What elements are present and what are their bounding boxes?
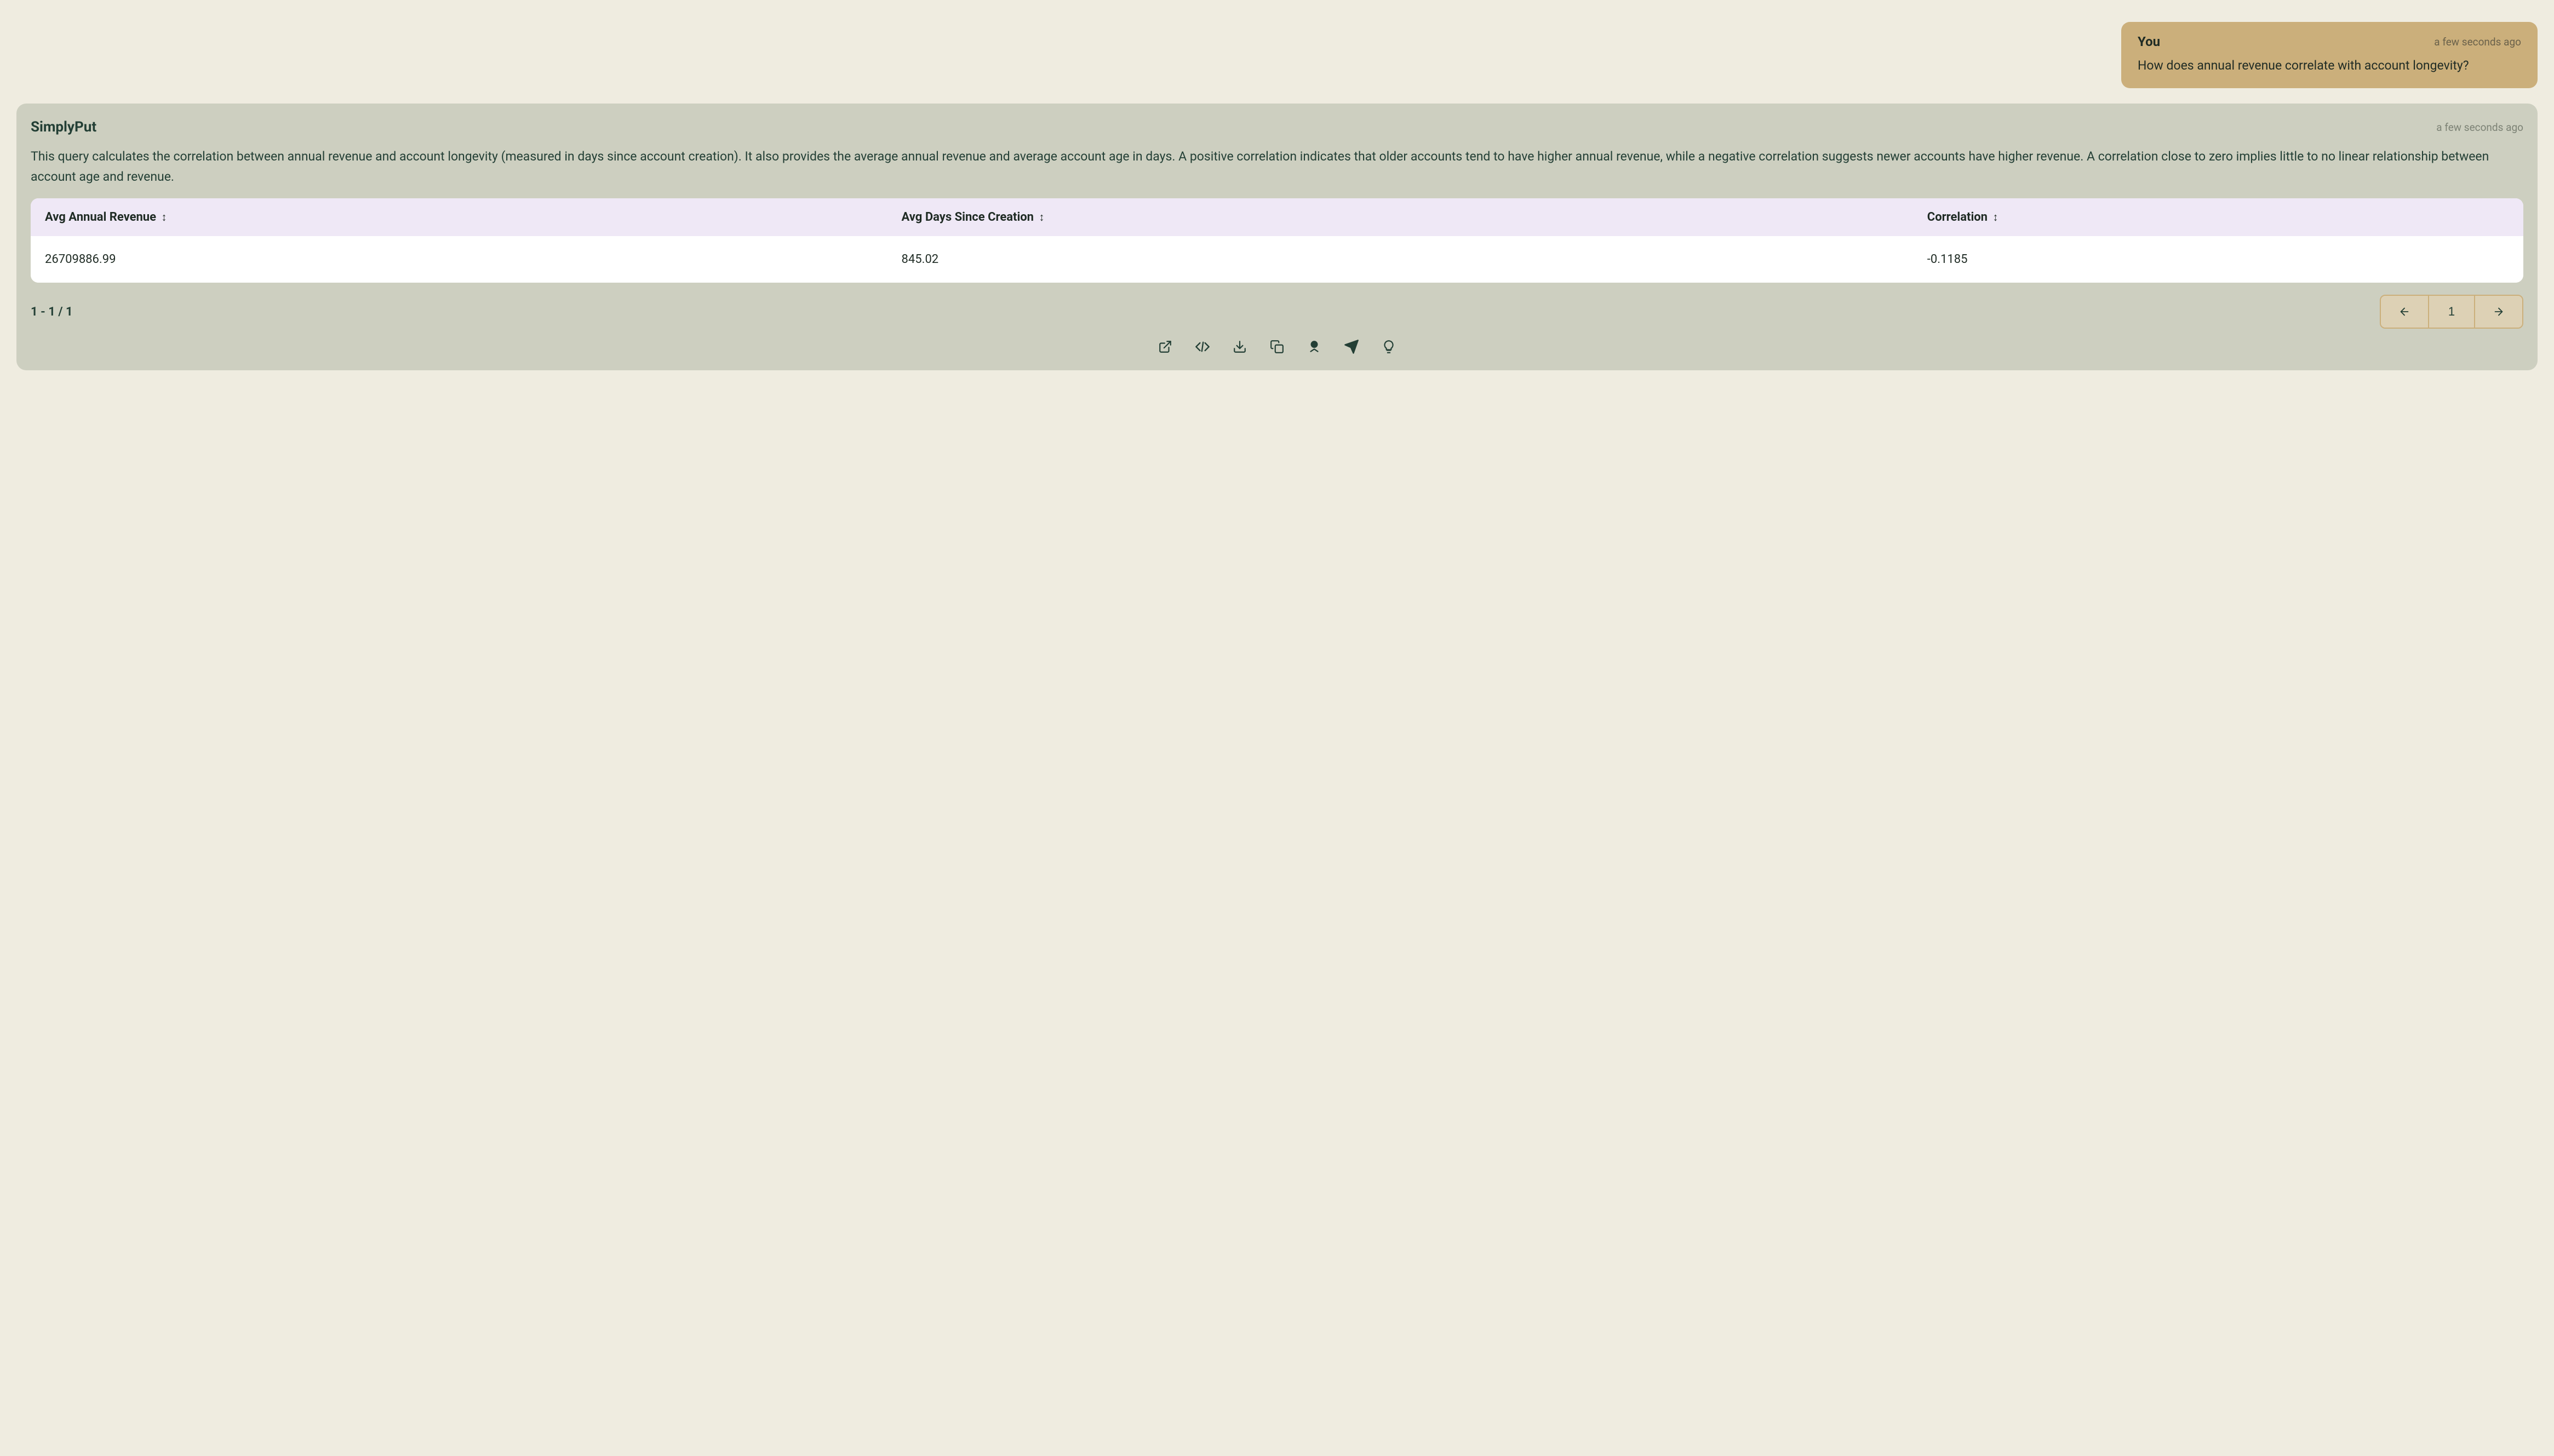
table-row: 26709886.99 845.02 -0.1185 [31,236,2523,283]
external-link-icon [1158,340,1172,354]
column-header-avg-annual-revenue[interactable]: Avg Annual Revenue ↕ [31,198,877,237]
copy-button[interactable] [1269,339,1285,355]
pagination-page-number[interactable]: 1 [2428,296,2475,328]
column-header-label: Avg Annual Revenue [45,210,156,224]
pagination-next-button[interactable] [2475,296,2522,328]
sort-icon: ↕ [1992,210,1998,224]
table-header-row: Avg Annual Revenue ↕ Avg Days Since Crea… [31,198,2523,237]
lightbulb-icon [1382,340,1396,354]
user-message-bubble: You a few seconds ago How does annual re… [2121,22,2538,88]
pagination-prev-button[interactable] [2381,296,2428,328]
award-icon [1307,340,1321,354]
sort-icon: ↕ [1039,210,1044,224]
column-header-label: Correlation [1927,210,1988,224]
action-toolbar [31,339,2523,355]
sort-icon: ↕ [161,210,167,224]
view-code-button[interactable] [1194,339,1211,355]
send-button[interactable] [1343,339,1360,355]
code-icon [1195,339,1210,354]
user-timestamp: a few seconds ago [2434,36,2521,48]
pagination-controls: 1 [2380,295,2523,329]
arrow-right-icon [2493,306,2505,318]
arrow-left-icon [2398,306,2410,318]
idea-button[interactable] [1381,339,1397,355]
cell-avg-days-since-creation: 845.02 [877,236,1902,283]
assistant-body-text: This query calculates the correlation be… [31,146,2523,187]
results-table: Avg Annual Revenue ↕ Avg Days Since Crea… [31,198,2523,283]
assistant-timestamp: a few seconds ago [2436,121,2523,134]
send-icon [1344,339,1359,354]
download-button[interactable] [1232,339,1248,355]
user-message-text: How does annual revenue correlate with a… [2138,57,2521,74]
cell-avg-annual-revenue: 26709886.99 [31,236,877,283]
copy-icon [1270,340,1284,354]
cell-correlation: -0.1185 [1902,236,2523,283]
column-header-correlation[interactable]: Correlation ↕ [1902,198,2523,237]
column-header-label: Avg Days Since Creation [902,210,1034,224]
column-header-avg-days-since-creation[interactable]: Avg Days Since Creation ↕ [877,198,1902,237]
pagination-range: 1 - 1 / 1 [31,305,73,319]
assistant-message-card: SimplyPut a few seconds ago This query c… [16,104,2538,370]
open-external-button[interactable] [1157,339,1173,355]
award-button[interactable] [1306,339,1322,355]
assistant-sender-label: SimplyPut [31,119,96,135]
user-message-row: You a few seconds ago How does annual re… [16,22,2538,88]
user-sender-label: You [2138,34,2160,49]
download-icon [1233,340,1247,354]
